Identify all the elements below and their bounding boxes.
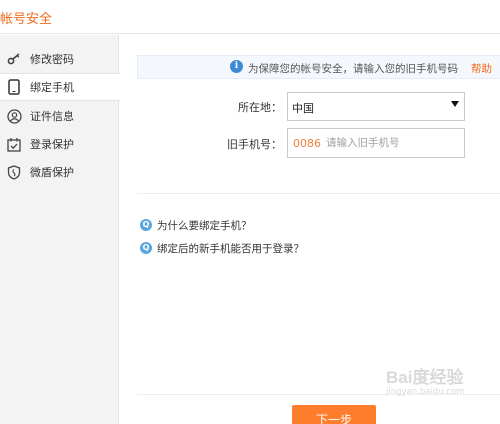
next-button[interactable]: 下一步 [292, 405, 376, 424]
old-phone-label: 旧手机号： [227, 138, 282, 151]
sidebar-item-change-password[interactable]: 修改密码 [0, 45, 119, 73]
sidebar-item-label: 登录保护 [30, 138, 74, 151]
location-select-value: 中国 [292, 102, 314, 115]
sidebar-item-shield-protect[interactable]: 微盾保护 [0, 158, 119, 186]
country-code-prefix: 0086 [293, 137, 321, 150]
page-title: 帐号安全 [0, 12, 53, 27]
faq-link-why-bind[interactable]: Q 为什么要绑定手机？ [140, 217, 252, 233]
location-label: 所在地： [238, 101, 282, 114]
sidebar-item-label: 证件信息 [30, 110, 74, 123]
dropdown-arrow-icon [451, 101, 459, 107]
phone-icon [6, 79, 22, 95]
faq-text: 绑定后的新手机能否用于登录？ [157, 242, 304, 255]
sidebar-item-label: 修改密码 [30, 53, 74, 66]
info-notice: i 为保障您的帐号安全，请输入您的旧手机号码 帮助 [137, 55, 500, 79]
divider [137, 193, 500, 194]
faq-text: 为什么要绑定手机？ [157, 219, 252, 232]
main-content: i 为保障您的帐号安全，请输入您的旧手机号码 帮助 所在地： 中国 旧手机号： … [120, 35, 500, 424]
location-select[interactable]: 中国 [287, 92, 465, 121]
login-protect-icon [6, 136, 22, 152]
sidebar-item-login-protect[interactable]: 登录保护 [0, 130, 119, 158]
shield-icon [6, 164, 22, 180]
sidebar-item-label: 绑定手机 [30, 81, 74, 94]
old-phone-input-box: 0086 [287, 128, 465, 158]
page-header: 帐号安全 [0, 0, 500, 34]
question-icon: Q [140, 219, 152, 231]
notice-text: 为保障您的帐号安全，请输入您的旧手机号码 [248, 63, 458, 75]
sidebar: 修改密码 绑定手机 证件信息 登录保护 微盾保护 [0, 35, 120, 424]
key-icon [6, 51, 22, 67]
sidebar-item-label: 微盾保护 [30, 166, 74, 179]
faq-link-new-phone-login[interactable]: Q 绑定后的新手机能否用于登录？ [140, 240, 304, 256]
divider [137, 394, 500, 395]
user-id-icon [6, 108, 22, 124]
help-link[interactable]: 帮助 [471, 61, 492, 76]
question-icon: Q [140, 242, 152, 254]
sidebar-item-id-info[interactable]: 证件信息 [0, 102, 119, 130]
info-icon: i [230, 60, 243, 73]
sidebar-item-bind-phone[interactable]: 绑定手机 [0, 73, 120, 101]
old-phone-field[interactable] [326, 130, 462, 156]
